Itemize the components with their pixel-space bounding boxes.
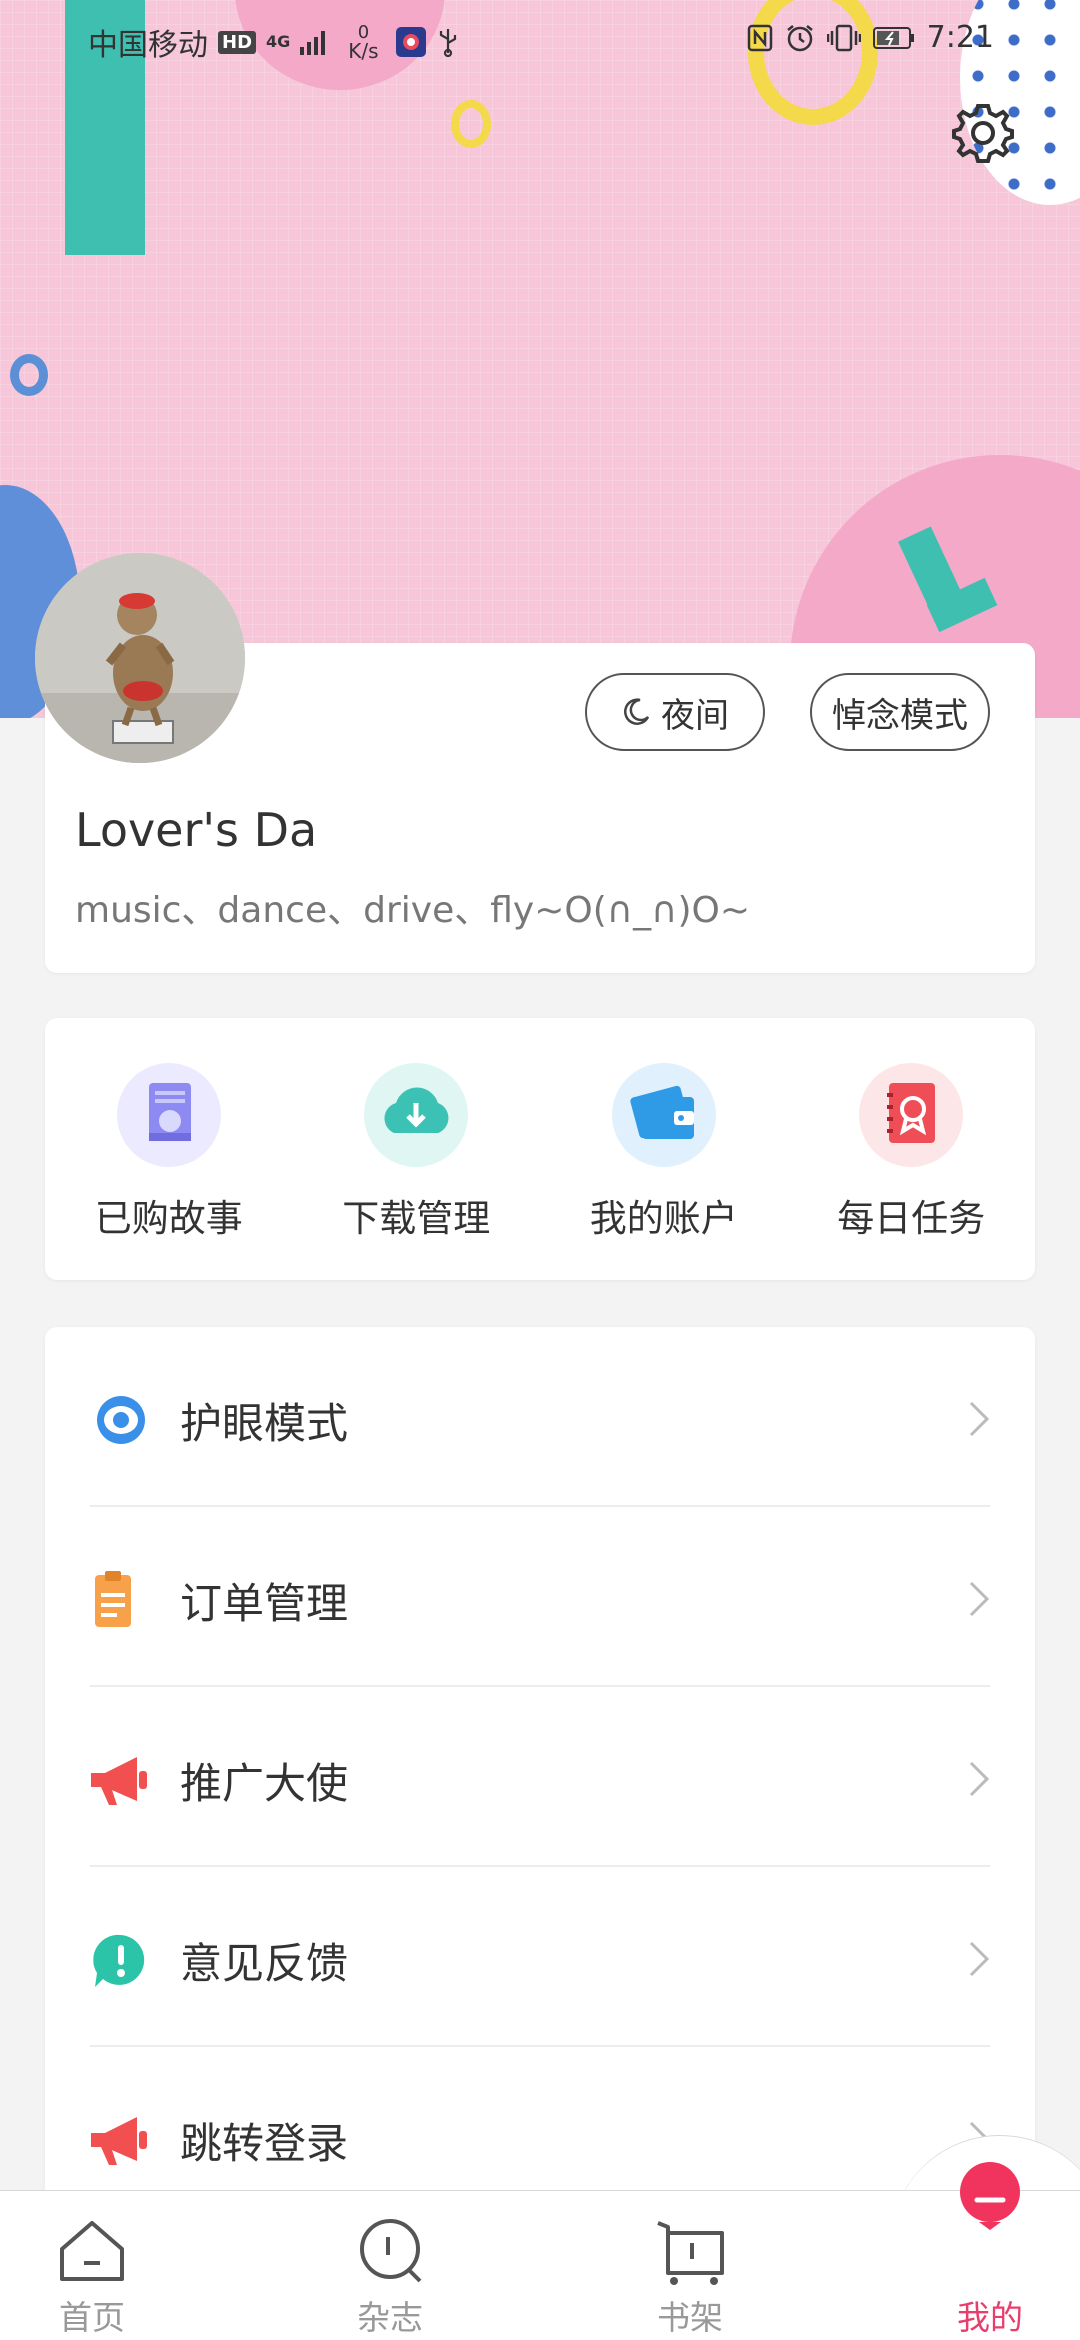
purchased-stories-button[interactable]: 已购故事: [45, 1018, 293, 1280]
chevron-right-icon: [969, 1761, 990, 1797]
menu-item-eye-protection[interactable]: 护眼模式: [45, 1327, 1035, 1507]
menu-item-label: 跳转登录: [180, 2119, 349, 2168]
battery-icon: [872, 26, 914, 49]
nav-label: 首页: [59, 2298, 125, 2337]
menu-item-promotion-ambassador[interactable]: 推广大使: [45, 1687, 1035, 1867]
cloud-download-icon: [364, 1063, 469, 1167]
settings-gear-icon[interactable]: [950, 100, 1016, 166]
chevron-right-icon: [969, 1941, 990, 1977]
carrier-name: 中国移动: [88, 28, 208, 63]
download-manager-button[interactable]: 下载管理: [293, 1018, 541, 1280]
username: Lover's Da: [75, 803, 318, 857]
menu-item-order-management[interactable]: 订单管理: [45, 1507, 1035, 1687]
menu-item-label: 推广大使: [180, 1759, 349, 1808]
feedback-icon: [93, 1934, 145, 1987]
moon-icon: [624, 698, 650, 725]
action-label: 每日任务: [837, 1197, 986, 1240]
signal-icon: [300, 31, 326, 55]
mourning-mode-button[interactable]: 悼念模式: [810, 673, 990, 751]
nav-tab-bookshelf[interactable]: 书架: [590, 2191, 790, 2340]
banner-decoration: [10, 354, 48, 396]
profile-icon[interactable]: [955, 2160, 1025, 2240]
menu-item-feedback[interactable]: 意见反馈: [45, 1867, 1035, 2047]
alarm-icon: [786, 24, 813, 51]
night-mode-label: 夜间: [661, 695, 729, 736]
status-bar: 中国移动 HD 4G 0 K/s 7:21: [0, 0, 1080, 80]
hd-badge: HD: [218, 30, 257, 54]
home-icon: [60, 2221, 124, 2281]
wallet-icon: [611, 1063, 716, 1167]
clock-time: 7:21: [926, 20, 994, 55]
night-mode-button[interactable]: 夜间: [585, 673, 765, 751]
avatar[interactable]: [35, 553, 245, 763]
nav-tab-magazine[interactable]: 杂志: [290, 2191, 490, 2340]
nav-tab-home[interactable]: 首页: [0, 2191, 192, 2340]
bookshelf-icon: [657, 2221, 724, 2285]
daily-task-icon: [859, 1063, 964, 1167]
magazine-icon: [360, 2219, 422, 2283]
my-account-button[interactable]: 我的账户: [540, 1018, 788, 1280]
action-label: 下载管理: [342, 1197, 491, 1240]
menu-item-label: 订单管理: [180, 1579, 349, 1628]
speed-unit: K/s: [348, 39, 379, 63]
nav-label: 我的: [957, 2298, 1023, 2337]
chevron-right-icon: [969, 1401, 990, 1437]
settings-menu-list: 护眼模式 订单管理 推广大使 意见反馈 跳转登录: [45, 1327, 1035, 2340]
megaphone-icon: [91, 1757, 147, 1805]
eye-icon: [97, 1396, 145, 1444]
menu-item-label: 护眼模式: [180, 1399, 349, 1448]
nav-label: 杂志: [357, 2298, 423, 2337]
nfc-icon: [747, 24, 772, 51]
nav-label: 书架: [657, 2298, 723, 2337]
action-label: 我的账户: [589, 1197, 738, 1240]
network-type: 4G: [266, 32, 291, 51]
mourning-mode-label: 悼念模式: [832, 695, 968, 736]
user-bio: music、dance、drive、fly~O(∩_∩)O~: [75, 890, 750, 931]
megaphone-icon: [91, 2117, 147, 2165]
banner-decoration: [451, 100, 491, 148]
avatar-image: [35, 553, 245, 763]
bottom-navigation: 首页 杂志 书架 我的: [0, 2190, 1080, 2340]
menu-item-label: 意见反馈: [180, 1939, 349, 1988]
clipboard-icon: [95, 1571, 131, 1627]
chevron-right-icon: [969, 1581, 990, 1617]
usb-icon: [439, 29, 456, 57]
action-label: 已购故事: [94, 1197, 243, 1240]
quick-actions-card: 已购故事 下载管理 我的账户 每日任务: [45, 1018, 1035, 1280]
daily-tasks-button[interactable]: 每日任务: [788, 1018, 1036, 1280]
network-speed: 0 K/s: [348, 24, 379, 63]
purchased-book-icon: [116, 1063, 221, 1167]
app-notification-icon: [395, 27, 426, 57]
vibrate-icon: [826, 24, 861, 51]
